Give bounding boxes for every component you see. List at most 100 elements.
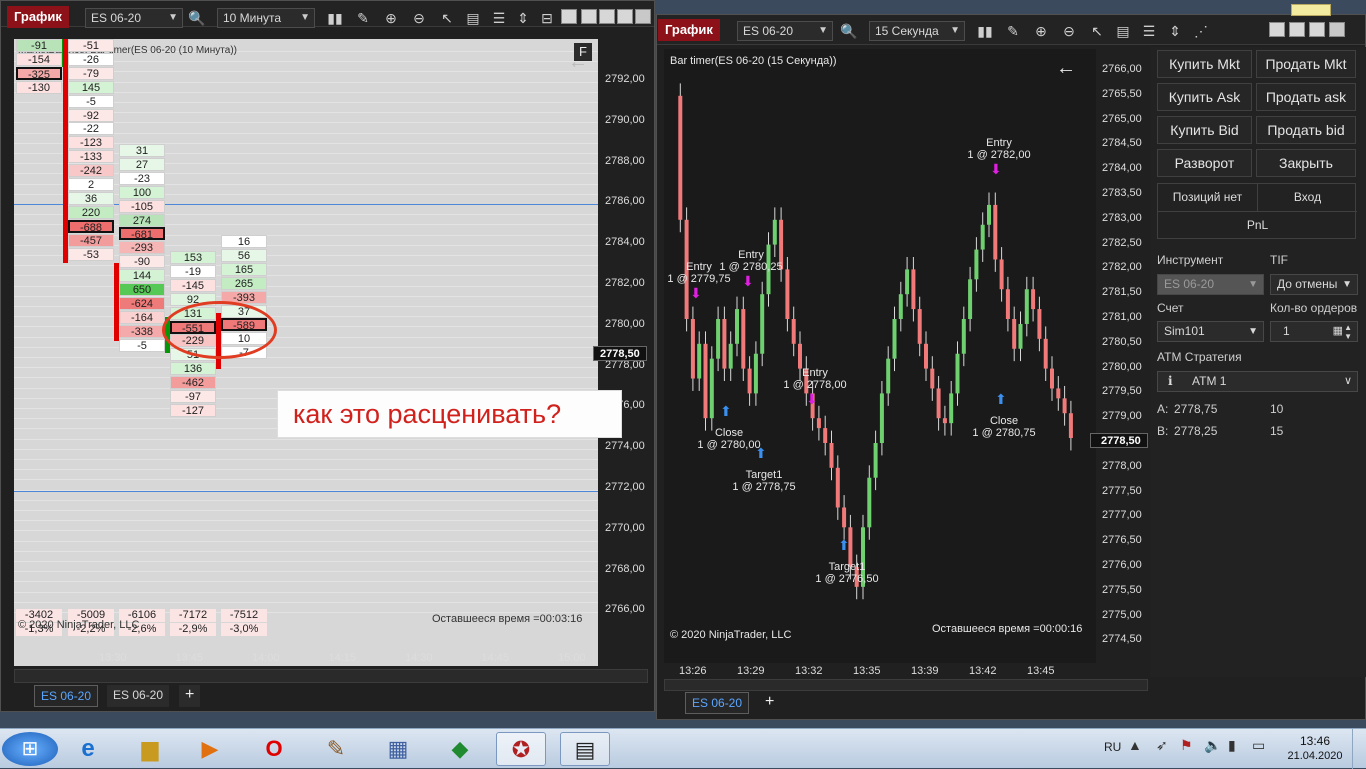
language-indicator[interactable]: RU xyxy=(1104,740,1121,754)
interval-select[interactable]: 10 Минута ▼ xyxy=(217,8,315,28)
horizontal-scrollbar[interactable] xyxy=(664,679,1148,691)
explorer-folder-icon[interactable]: ▆ xyxy=(128,732,172,766)
chart-trader-icon[interactable]: ☰ xyxy=(489,8,509,28)
search-icon[interactable]: 🔍 xyxy=(187,8,207,28)
clock-time[interactable]: 13:46 xyxy=(1286,734,1344,748)
account-select[interactable]: Sim101 ▼ xyxy=(1157,321,1264,342)
cursor-icon[interactable]: ↖ xyxy=(1087,21,1107,41)
restore-button[interactable] xyxy=(599,9,615,24)
atm-select[interactable]: i ATM 1 ∨ xyxy=(1157,371,1358,392)
pencil-icon[interactable]: ✎ xyxy=(353,8,373,28)
opera-icon[interactable]: O xyxy=(252,732,296,766)
sell-ask-button[interactable]: Продать ask xyxy=(1256,83,1356,111)
price-tick: 2790,00 xyxy=(605,113,645,126)
chart-panel-right[interactable]: Bar timer(ES 06-20 (15 Секунда)) ← Entry… xyxy=(664,49,1096,663)
price-axis[interactable]: 2766,00 2765,50 2765,00 2784,50 2784,00 2783,… xyxy=(1096,49,1149,663)
calculator-app-icon[interactable]: ▦ xyxy=(376,732,420,766)
delta-cell: 265 xyxy=(221,276,267,290)
instrument-field[interactable]: ES 06-20 ▼ xyxy=(1157,274,1264,295)
back-arrow-icon[interactable]: ← xyxy=(568,51,588,74)
buy-ask-button[interactable]: Купить Ask xyxy=(1157,83,1252,111)
clock-date[interactable]: 21.04.2020 xyxy=(1286,750,1344,762)
show-desktop-button[interactable] xyxy=(1352,729,1366,769)
trade-marker[interactable]: Entry 1 @ 2778,00 ⬇ xyxy=(780,367,850,406)
toolbar-right: График ES 06-20 ▼ 🔍 15 Секунда ▼ ▮▮ ✎ ⊕ ⊖ … xyxy=(657,15,1365,45)
trade-marker[interactable]: Entry 1 @ 2782,00 ⬇ xyxy=(964,137,1034,176)
paint-icon[interactable]: ✎ xyxy=(314,732,358,766)
total-delta: -7172 xyxy=(170,609,216,622)
window-option-button[interactable] xyxy=(561,9,577,24)
tab-es-06-20[interactable]: ES 06-20 xyxy=(107,685,170,707)
spin-icon[interactable]: ▲ ▼ xyxy=(1344,323,1352,341)
orders-stepper[interactable]: 1 ▦ ▲ ▼ xyxy=(1270,321,1358,342)
add-tab-button[interactable]: + xyxy=(179,685,201,707)
start-button[interactable]: ⊞ xyxy=(2,732,58,766)
zoom-in-icon[interactable]: ⊕ xyxy=(381,8,401,28)
trade-marker[interactable]: Close 1 @ 2780,75 ⬆ xyxy=(969,392,1039,439)
maximize-button[interactable] xyxy=(617,9,633,24)
cursor-icon[interactable]: ↖ xyxy=(437,8,457,28)
pencil-icon[interactable]: ✎ xyxy=(1003,21,1023,41)
trade-marker[interactable]: Target1 1 @ 2776,50 ⬆ xyxy=(812,538,882,585)
gridline xyxy=(14,306,598,307)
price-tick: 2784,00 xyxy=(1102,162,1142,175)
network-icon[interactable]: ▮ xyxy=(1228,737,1236,754)
film-icon[interactable]: ▤ xyxy=(560,732,610,766)
bar-style-icon[interactable]: ▮▮ xyxy=(325,8,345,28)
zoom-in-icon[interactable]: ⊕ xyxy=(1031,21,1051,41)
zoom-out-icon[interactable]: ⊖ xyxy=(409,8,429,28)
calculator-icon[interactable]: ▦ xyxy=(1333,322,1343,341)
chart-tools-icon[interactable]: ⇕ xyxy=(513,8,533,28)
price-tick: 2765,00 xyxy=(1102,112,1142,125)
buy-bid-button[interactable]: Купить Bid xyxy=(1157,116,1252,144)
tif-select[interactable]: До отмены ▼ xyxy=(1270,274,1358,295)
chart-tools-icon[interactable]: ⇕ xyxy=(1165,21,1185,41)
buy-mkt-button[interactable]: Купить Mkt xyxy=(1157,50,1252,78)
chart-trader-icon[interactable]: ☰ xyxy=(1139,21,1159,41)
back-arrow-icon[interactable]: ← xyxy=(1056,57,1076,80)
tray-app-icon[interactable]: ➶ xyxy=(1156,737,1168,754)
properties-icon[interactable]: ▤ xyxy=(463,8,483,28)
minimize-button[interactable] xyxy=(1289,22,1305,37)
zoom-out-icon[interactable]: ⊖ xyxy=(1059,21,1079,41)
trade-marker[interactable]: Close 1 @ 2780,00 ⬆ xyxy=(694,404,764,451)
trade-marker[interactable]: Target1 1 @ 2778,75 ⬆ xyxy=(729,446,799,493)
reverse-button[interactable]: Разворот xyxy=(1157,149,1252,177)
strategy-icon[interactable]: ⊟ xyxy=(537,8,557,28)
strategy-icon[interactable]: ⋰ xyxy=(1191,21,1211,41)
metatrader-icon[interactable]: ◆ xyxy=(438,732,482,766)
internet-explorer-icon[interactable]: e xyxy=(66,732,110,766)
tray-expand-icon[interactable]: ▲ xyxy=(1128,737,1142,753)
candle-body xyxy=(879,393,884,443)
instrument-field-value: ES 06-20 xyxy=(1164,277,1215,291)
add-tab-button[interactable]: + xyxy=(759,692,780,714)
chart-panel-left[interactable]: MarketBalance, Bar timer(ES 06-20 (10 Ми… xyxy=(14,39,598,666)
window-option-button[interactable] xyxy=(1269,22,1285,37)
close-position-button[interactable]: Закрыть xyxy=(1256,149,1356,177)
candle-body xyxy=(829,443,834,468)
close-button[interactable] xyxy=(635,9,651,24)
media-player-icon[interactable]: ▶ xyxy=(188,732,232,766)
volume-icon[interactable]: 🔈 xyxy=(1204,737,1221,754)
trade-marker[interactable]: Entry 1 @ 2780,25 ⬇ xyxy=(716,249,786,288)
instrument-select[interactable]: ES 06-20 ▼ xyxy=(737,21,833,41)
instrument-select[interactable]: ES 06-20 ▼ xyxy=(85,8,183,28)
sell-mkt-button[interactable]: Продать Mkt xyxy=(1256,50,1356,78)
action-center-icon[interactable]: ⚑ xyxy=(1180,737,1193,754)
tab-es-06-20-active[interactable]: ES 06-20 xyxy=(685,692,750,714)
restore-button[interactable] xyxy=(1309,22,1325,37)
horizontal-scrollbar[interactable] xyxy=(14,669,648,683)
ninjatrader-icon[interactable]: ✪ xyxy=(496,732,546,766)
search-icon[interactable]: 🔍 xyxy=(839,21,859,41)
interval-select[interactable]: 15 Секунда ▼ xyxy=(869,21,965,41)
properties-icon[interactable]: ▤ xyxy=(1113,21,1133,41)
sell-bid-button[interactable]: Продать bid xyxy=(1256,116,1356,144)
time-axis[interactable]: 13:26 13:29 13:32 13:35 13:39 13:42 13:45 xyxy=(664,663,1096,679)
minimize-button[interactable] xyxy=(581,9,597,24)
power-icon[interactable]: ▭ xyxy=(1252,737,1265,754)
bar-style-icon[interactable]: ▮▮ xyxy=(975,21,995,41)
sticky-note[interactable] xyxy=(1291,4,1331,16)
close-button[interactable] xyxy=(1329,22,1345,37)
horizontal-line[interactable] xyxy=(14,491,598,492)
tab-es-06-20-active[interactable]: ES 06-20 xyxy=(34,685,99,707)
